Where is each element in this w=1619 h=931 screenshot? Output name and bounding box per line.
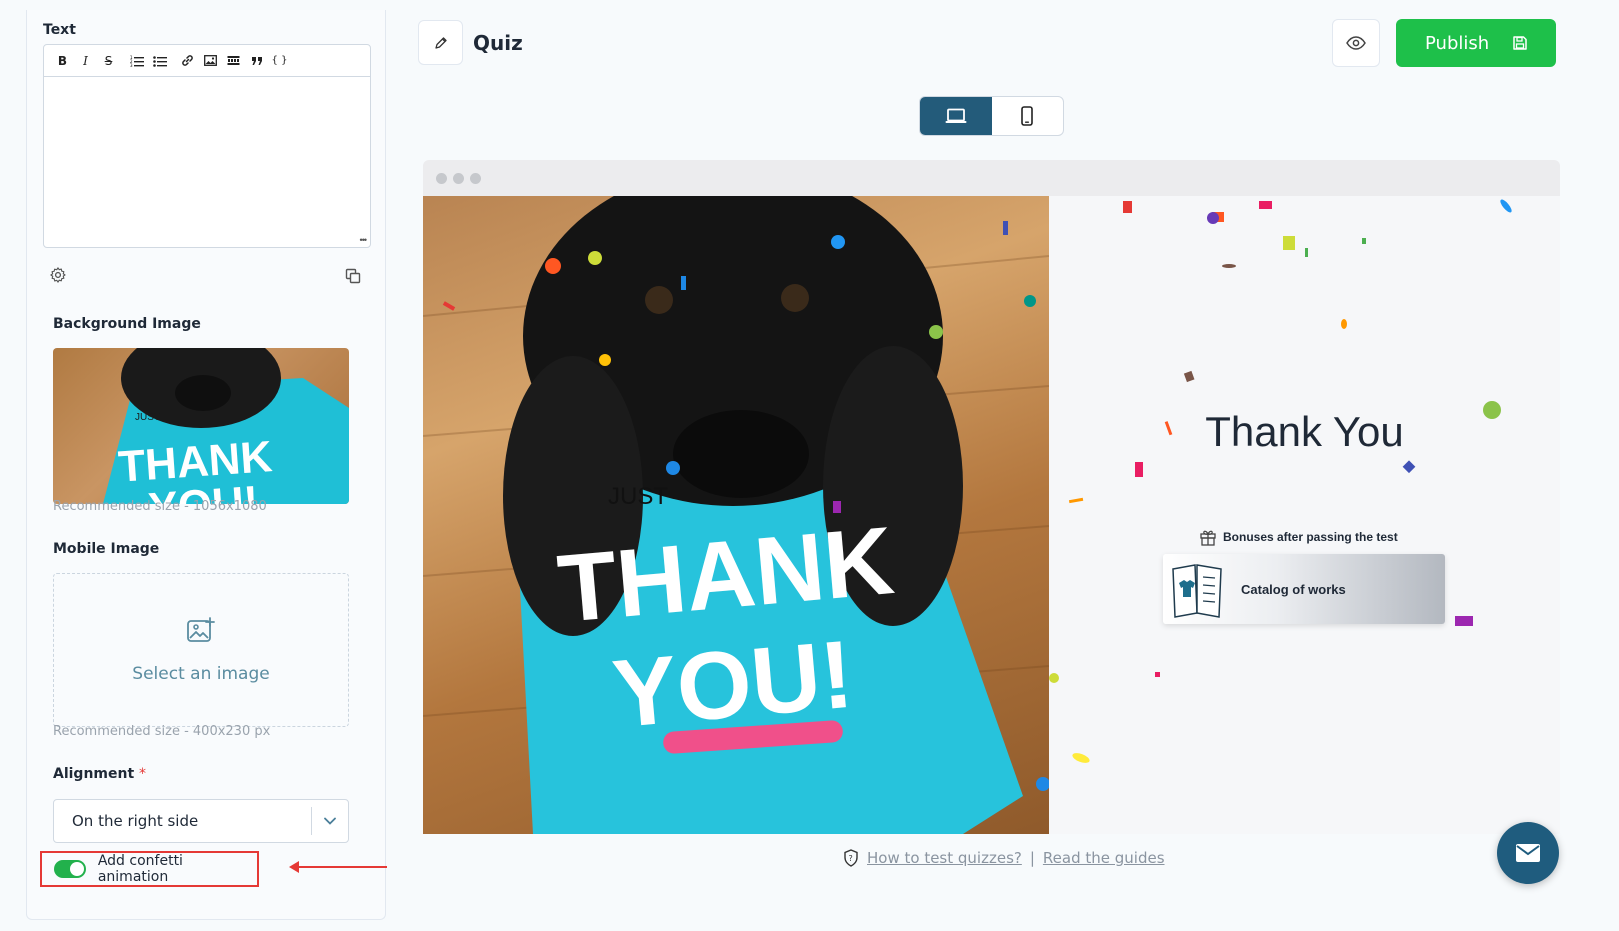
window-dot — [470, 172, 481, 184]
preview-frame: JUST THANK YOU! Thank You Bonuses after … — [423, 160, 1560, 834]
browser-bar — [423, 160, 1560, 196]
confetti-option[interactable]: Add confetti animation — [40, 851, 259, 887]
background-image-label: Background Image — [53, 316, 201, 332]
desktop-view-button[interactable] — [920, 97, 992, 135]
shield-icon: ? — [844, 849, 858, 867]
page-title: Quiz — [473, 31, 523, 55]
window-dot — [436, 172, 447, 184]
catalog-book-icon — [1172, 564, 1222, 618]
background-image-thumbnail[interactable]: JUST THANK YOU! — [53, 348, 349, 504]
required-marker: * — [139, 766, 147, 782]
confetti-toggle[interactable] — [54, 860, 86, 878]
save-icon — [1513, 36, 1527, 50]
gift-icon — [1200, 530, 1216, 546]
window-dot — [453, 172, 464, 184]
alignment-label: Alignment * — [53, 766, 147, 782]
confetti-label: Add confetti animation — [97, 853, 183, 885]
bonus-heading: Bonuses after passing the test — [1199, 528, 1398, 546]
alignment-select[interactable]: On the right side — [53, 799, 349, 843]
select-image-text[interactable]: Select an image — [132, 664, 269, 684]
settings-panel: Text B I S 123 { } ••• Background Image … — [26, 10, 387, 920]
text-label: Text — [43, 22, 76, 38]
gear-icon[interactable] — [49, 266, 67, 284]
code-button[interactable]: { } — [269, 50, 290, 72]
ordered-list-icon[interactable]: 123 — [126, 50, 147, 72]
contact-support-button[interactable] — [1497, 822, 1559, 884]
card-just-text: JUST — [608, 483, 668, 510]
rich-text-editor[interactable]: B I S 123 { } ••• — [43, 44, 371, 248]
quote-icon[interactable] — [246, 50, 267, 72]
thank-you-title: Thank You — [1205, 408, 1404, 455]
mobile-image-label: Mobile Image — [53, 541, 160, 557]
image-add-icon — [187, 617, 215, 642]
editor-toolbar: B I S 123 { } — [44, 45, 370, 77]
publish-label: Publish — [1425, 32, 1490, 54]
device-switch — [919, 96, 1064, 136]
edit-title-button[interactable] — [418, 20, 463, 65]
thumb-just-text: JUST — [135, 412, 160, 423]
chevron-down-icon[interactable] — [312, 817, 348, 825]
bonus-card[interactable]: Catalog of works — [1163, 554, 1445, 624]
mobile-view-button[interactable] — [992, 97, 1064, 135]
pencil-icon — [434, 36, 447, 49]
image-icon[interactable] — [200, 50, 221, 72]
video-icon[interactable] — [223, 50, 244, 72]
how-to-test-link[interactable]: How to test quizzes? — [867, 849, 1022, 867]
laptop-icon — [945, 108, 967, 123]
copy-icon[interactable] — [345, 268, 361, 284]
editor-content[interactable] — [44, 77, 370, 247]
publish-button[interactable]: Publish — [1396, 19, 1556, 67]
preview-button[interactable] — [1332, 19, 1380, 67]
thank-you-content: Thank You Bonuses after passing the test… — [1049, 196, 1560, 834]
bullet-list-icon[interactable] — [149, 50, 170, 72]
bonus-heading-text: Bonuses after passing the test — [1223, 530, 1398, 544]
mobile-image-dropzone[interactable]: Select an image — [53, 573, 349, 727]
link-icon[interactable] — [177, 50, 198, 72]
alignment-select-value: On the right side — [72, 812, 199, 830]
read-guides-link[interactable]: Read the guides — [1043, 849, 1165, 867]
confetti-layer — [1049, 199, 1512, 763]
bonus-card-title: Catalog of works — [1241, 581, 1346, 597]
mail-icon — [1516, 844, 1540, 862]
strikethrough-button[interactable]: S — [98, 50, 119, 72]
svg-text:?: ? — [849, 854, 853, 863]
help-links: ? How to test quizzes? | Read the guides — [843, 849, 1165, 867]
bold-button[interactable]: B — [52, 50, 73, 72]
mobile-size-hint: Recommended size - 400x230 px — [53, 724, 271, 739]
footer-divider: | — [1029, 849, 1035, 867]
resize-handle-icon[interactable]: ••• — [360, 235, 368, 245]
thank-you-image: JUST THANK YOU! — [423, 196, 1049, 834]
annotation-arrow-line — [295, 866, 387, 868]
phone-icon — [1021, 106, 1034, 126]
annotation-arrow-head — [289, 861, 299, 873]
italic-button[interactable]: I — [75, 50, 96, 72]
background-size-hint: Recommended size - 1056x1080 — [53, 499, 267, 514]
svg-text:3: 3 — [130, 63, 133, 67]
eye-icon — [1346, 36, 1366, 50]
